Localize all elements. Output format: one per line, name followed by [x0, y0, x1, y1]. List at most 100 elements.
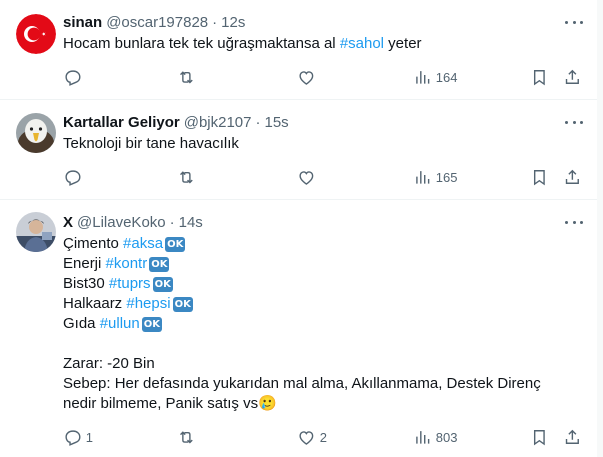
user-handle[interactable]: @bjk2107 [184, 114, 252, 131]
share-icon [565, 169, 579, 184]
more-options-icon[interactable] [565, 14, 583, 30]
reason-line-cont: nedir bilmeme, Panik satış vs🥲 [63, 394, 583, 414]
tweet-feed: sinan @oscar197828 · 12s Hocam bunlara t… [0, 0, 597, 457]
ok-badge-icon: OK [141, 317, 162, 332]
tweet[interactable]: sinan @oscar197828 · 12s Hocam bunlara t… [0, 0, 597, 100]
stock-line: Enerji #kontr OK [63, 254, 583, 274]
hashtag-link[interactable]: #kontr [106, 255, 148, 272]
share-icon [565, 429, 579, 444]
views-count: 803 [435, 429, 458, 445]
analytics-icon [416, 70, 430, 84]
reason-text: nedir bilmeme, Panik satış vs [63, 395, 259, 412]
separator-dot: · [212, 13, 218, 31]
stock-line: Çimento #aksa OK [63, 234, 583, 254]
analytics-icon [416, 430, 430, 444]
more-options-icon[interactable] [565, 114, 583, 130]
more-options-icon[interactable] [565, 214, 583, 230]
ok-badge-icon: OK [165, 237, 186, 252]
timestamp[interactable]: 12s [221, 14, 245, 31]
stock-line: Bist30 #tuprs OK [63, 274, 583, 294]
smiling-tear-emoji-icon: 🥲 [258, 395, 277, 412]
retweet-icon [180, 430, 193, 444]
like-count: 2 [319, 429, 327, 445]
tweet-text: Hocam bunlara tek tek uğraşmaktansa al #… [63, 34, 583, 54]
reply-button[interactable] [63, 167, 82, 187]
tweet-actions: 164 [63, 67, 583, 87]
turkey-flag-icon [16, 14, 56, 54]
display-name[interactable]: X [63, 214, 73, 231]
tweet-header: sinan @oscar197828 · 12s [63, 12, 583, 32]
tweet-actions: 165 [63, 167, 583, 187]
views-count: 165 [435, 169, 458, 185]
timestamp[interactable]: 14s [179, 214, 203, 231]
tweet-text-part: yeter [384, 35, 422, 52]
hashtag-link[interactable]: #aksa [123, 235, 163, 252]
like-button[interactable] [297, 67, 316, 87]
tweet-actions: 1 2 803 [63, 427, 583, 447]
heart-icon [299, 430, 314, 445]
bookmark-icon [533, 169, 545, 185]
tweet-text: Teknoloji bir tane havacılık [63, 135, 239, 152]
avatar[interactable] [16, 14, 56, 54]
stock-category: Gıda [63, 315, 100, 332]
share-icon [565, 69, 579, 84]
eagle-icon [16, 113, 56, 153]
bookmark-button[interactable] [530, 167, 549, 187]
scrollbar[interactable] [597, 0, 603, 457]
tweet-header: X @LilaveKoko · 14s [63, 212, 583, 232]
reply-button[interactable] [63, 67, 82, 87]
timestamp[interactable]: 15s [265, 114, 289, 131]
retweet-button[interactable] [177, 167, 196, 187]
avatar[interactable] [16, 113, 56, 153]
heart-icon [299, 70, 314, 85]
like-button[interactable] [297, 167, 316, 187]
ok-badge-icon: OK [152, 277, 173, 292]
bookmark-icon [533, 429, 545, 445]
stock-category: Halkaarz [63, 295, 127, 312]
heart-icon [299, 170, 314, 185]
share-button[interactable] [563, 167, 582, 187]
stock-category: Çimento [63, 235, 124, 252]
separator-dot: · [255, 113, 261, 131]
stock-line: Gıda #ullun OK [63, 314, 583, 334]
retweet-button[interactable] [177, 67, 196, 87]
analytics-icon [416, 170, 430, 184]
person-photo-icon [16, 212, 56, 252]
hashtag-link[interactable]: #ullun [100, 315, 140, 332]
user-handle[interactable]: @LilaveKoko [77, 214, 166, 231]
hashtag-link[interactable]: #hepsi [126, 295, 170, 312]
hashtag-link[interactable]: #tuprs [109, 275, 151, 292]
reply-icon [65, 430, 81, 446]
reply-button[interactable]: 1 [63, 427, 93, 447]
avatar[interactable] [16, 212, 56, 252]
user-handle[interactable]: @oscar197828 [106, 14, 208, 31]
reason-line: Sebep: Her defasında yukarıdan mal alma,… [63, 375, 541, 392]
retweet-icon [180, 70, 193, 84]
share-button[interactable] [563, 427, 582, 447]
bookmark-button[interactable] [530, 427, 549, 447]
hashtag-link[interactable]: #sahol [340, 35, 384, 52]
display-name[interactable]: sinan [63, 14, 102, 31]
ok-badge-icon: OK [149, 257, 170, 272]
reply-icon [65, 170, 81, 186]
tweet[interactable]: Kartallar Geliyor @bjk2107 · 15s Teknolo… [0, 100, 597, 200]
tweet[interactable]: X @LilaveKoko · 14s Çimento #aksa OK Ener… [0, 200, 597, 457]
stock-line: Halkaarz #hepsi OK [63, 294, 583, 314]
views-button[interactable]: 165 [413, 167, 457, 187]
share-button[interactable] [563, 67, 582, 87]
stock-category: Bist30 [63, 275, 109, 292]
views-button[interactable]: 164 [413, 67, 457, 87]
retweet-button[interactable] [177, 427, 196, 447]
retweet-icon [180, 170, 193, 184]
bookmark-button[interactable] [530, 67, 549, 87]
stock-category: Enerji [63, 255, 106, 272]
tweet-header: Kartallar Geliyor @bjk2107 · 15s [63, 112, 583, 132]
display-name[interactable]: Kartallar Geliyor [63, 114, 180, 131]
tweet-text-part: Hocam bunlara tek tek uğraşmaktansa al [63, 35, 340, 52]
views-count: 164 [435, 69, 458, 85]
reply-icon [65, 70, 81, 86]
tweet-body: Kartallar Geliyor @bjk2107 · 15s Teknolo… [63, 112, 583, 154]
reply-count: 1 [85, 429, 93, 445]
like-button[interactable]: 2 [297, 427, 327, 447]
views-button[interactable]: 803 [413, 427, 457, 447]
